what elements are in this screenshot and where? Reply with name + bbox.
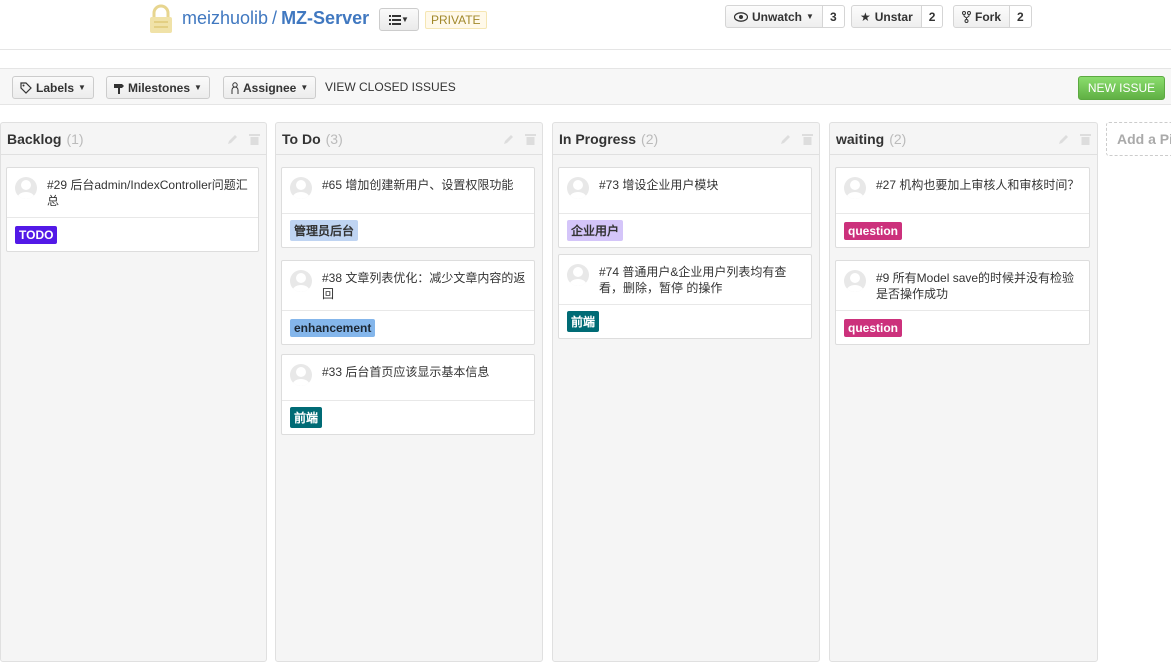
issue-title-link[interactable]: #9 所有Model save的时候并没有检验是否操作成功 bbox=[876, 270, 1081, 302]
fork-count[interactable]: 2 bbox=[1010, 5, 1032, 28]
issue-title-link[interactable]: #73 增设企业用户模块 bbox=[599, 177, 803, 193]
avatar[interactable] bbox=[290, 364, 312, 386]
tag-icon bbox=[20, 81, 32, 94]
milestones-filter-button[interactable]: Milestones ▼ bbox=[106, 76, 210, 99]
fork-button-group: Fork 2 bbox=[953, 5, 1032, 28]
trash-icon[interactable] bbox=[1080, 133, 1091, 145]
issue-label[interactable]: 前端 bbox=[290, 407, 323, 428]
issue-card[interactable]: #27 机构也要加上审核人和审核时间？ question bbox=[835, 167, 1090, 248]
view-closed-issues-link[interactable]: VIEW CLOSED ISSUES bbox=[325, 80, 456, 94]
assignee-label: Assignee bbox=[243, 80, 297, 95]
issue-card[interactable]: #73 增设企业用户模块 企业用户 bbox=[558, 167, 812, 248]
star-icon: ★ bbox=[860, 9, 871, 24]
unstar-label: Unstar bbox=[874, 9, 913, 24]
trash-icon[interactable] bbox=[802, 133, 813, 145]
pipeline-count: (3) bbox=[325, 130, 343, 147]
watch-count[interactable]: 3 bbox=[822, 5, 845, 28]
issue-label[interactable]: 管理员后台 bbox=[290, 220, 359, 241]
board: Backlog (1) #29 后台admin/IndexController问… bbox=[0, 122, 1171, 662]
avatar[interactable] bbox=[567, 177, 589, 199]
repo-owner-link[interactable]: meizhuolib bbox=[182, 8, 268, 28]
unstar-button[interactable]: ★ Unstar bbox=[851, 5, 922, 28]
pipeline-header: Backlog (1) bbox=[1, 123, 266, 155]
issue-card[interactable]: #74 普通用户&企业用户列表均有查看，删除，暂停 的操作 前端 bbox=[558, 254, 812, 339]
avatar[interactable] bbox=[844, 270, 866, 292]
pipeline-todo: To Do (3) #65 增加创建新用户、设置权限功能 管理员后台 #38 文… bbox=[275, 122, 543, 662]
pencil-icon[interactable] bbox=[227, 133, 239, 145]
pipeline-name: In Progress bbox=[559, 130, 637, 147]
chevron-down-icon: ▼ bbox=[194, 83, 202, 92]
pipeline-count: (2) bbox=[889, 130, 907, 147]
milestone-icon bbox=[114, 83, 124, 94]
repo-menu-button[interactable]: ▼ bbox=[379, 8, 419, 31]
star-button-group: ★ Unstar 2 bbox=[851, 5, 944, 28]
unwatch-button[interactable]: Unwatch ▼ bbox=[725, 5, 823, 28]
issue-label[interactable]: 企业用户 bbox=[567, 220, 624, 241]
pencil-icon[interactable] bbox=[503, 133, 515, 145]
labels-filter-button[interactable]: Labels ▼ bbox=[12, 76, 94, 99]
pipeline-header: In Progress (2) bbox=[553, 123, 819, 155]
repo-title: meizhuolib / MZ-Server bbox=[182, 8, 369, 29]
assignee-filter-button[interactable]: Assignee ▼ bbox=[223, 76, 317, 99]
fork-label: Fork bbox=[975, 9, 1002, 24]
trash-icon[interactable] bbox=[249, 133, 260, 145]
pipeline-header: waiting (2) bbox=[830, 123, 1097, 155]
issue-label[interactable]: question bbox=[844, 318, 902, 337]
trash-icon[interactable] bbox=[525, 133, 536, 145]
issue-label[interactable]: enhancement bbox=[290, 318, 376, 337]
issue-label[interactable]: question bbox=[844, 221, 902, 240]
fork-icon bbox=[962, 10, 971, 23]
chevron-down-icon: ▼ bbox=[401, 15, 409, 24]
person-icon bbox=[231, 81, 239, 94]
avatar[interactable] bbox=[290, 177, 312, 199]
issue-card[interactable]: #29 后台admin/IndexController问题汇总 TODO bbox=[6, 167, 259, 252]
chevron-down-icon: ▼ bbox=[806, 12, 814, 21]
labels-label: Labels bbox=[36, 80, 75, 95]
repo-name-link[interactable]: MZ-Server bbox=[281, 8, 369, 28]
lock-icon bbox=[150, 4, 172, 33]
pencil-icon[interactable] bbox=[780, 133, 792, 145]
avatar[interactable] bbox=[15, 177, 37, 199]
pipeline-waiting: waiting (2) #27 机构也要加上审核人和审核时间？ question… bbox=[829, 122, 1098, 662]
fork-button[interactable]: Fork bbox=[953, 5, 1011, 28]
issue-title-link[interactable]: #27 机构也要加上审核人和审核时间？ bbox=[876, 177, 1081, 193]
issue-title-link[interactable]: #33 后台首页应该显示基本信息 bbox=[322, 364, 526, 380]
pipeline-name: Backlog bbox=[7, 130, 62, 147]
pipeline-in-progress: In Progress (2) #73 增设企业用户模块 企业用户 #74 普通… bbox=[552, 122, 820, 662]
issue-card[interactable]: #9 所有Model save的时候并没有检验是否操作成功 question bbox=[835, 260, 1090, 345]
pipeline-backlog: Backlog (1) #29 后台admin/IndexController问… bbox=[0, 122, 267, 662]
chevron-down-icon: ▼ bbox=[300, 83, 309, 92]
issue-label[interactable]: TODO bbox=[15, 225, 58, 244]
avatar[interactable] bbox=[567, 264, 589, 286]
issue-title-link[interactable]: #74 普通用户&企业用户列表均有查看，删除，暂停 的操作 bbox=[599, 264, 803, 296]
issue-title-link[interactable]: #29 后台admin/IndexController问题汇总 bbox=[47, 177, 250, 209]
issue-card[interactable]: #65 增加创建新用户、设置权限功能 管理员后台 bbox=[281, 167, 535, 248]
avatar[interactable] bbox=[844, 177, 866, 199]
pipeline-name: waiting bbox=[836, 130, 885, 147]
issue-card[interactable]: #33 后台首页应该显示基本信息 前端 bbox=[281, 354, 535, 435]
repo-header: meizhuolib / MZ-Server ▼ PRIVATE Unwatch ▼… bbox=[0, 0, 1171, 50]
watch-button-group: Unwatch ▼ 3 bbox=[725, 5, 845, 28]
avatar[interactable] bbox=[290, 270, 312, 292]
pipeline-count: (2) bbox=[641, 130, 659, 147]
pencil-icon[interactable] bbox=[1058, 133, 1070, 145]
issues-toolbar: Labels ▼ Milestones ▼ Assignee ▼ VIEW CL… bbox=[0, 68, 1171, 105]
add-pipeline-input[interactable]: Add a Pipeline bbox=[1106, 122, 1171, 156]
repo-separator: / bbox=[272, 8, 278, 28]
eye-icon bbox=[734, 11, 748, 22]
pipeline-name: To Do bbox=[282, 130, 321, 147]
issue-card[interactable]: #38 文章列表优化：减少文章内容的返回 enhancement bbox=[281, 260, 535, 345]
star-count[interactable]: 2 bbox=[921, 5, 944, 28]
new-issue-button[interactable]: NEW ISSUE bbox=[1078, 76, 1165, 100]
list-icon bbox=[389, 14, 402, 25]
chevron-down-icon: ▼ bbox=[78, 83, 86, 92]
milestones-label: Milestones bbox=[128, 80, 191, 95]
private-badge: PRIVATE bbox=[425, 11, 487, 29]
unwatch-label: Unwatch bbox=[752, 9, 803, 24]
pipeline-count: (1) bbox=[66, 130, 84, 147]
issue-title-link[interactable]: #38 文章列表优化：减少文章内容的返回 bbox=[322, 270, 526, 302]
pipeline-header: To Do (3) bbox=[276, 123, 542, 155]
issue-label[interactable]: 前端 bbox=[567, 311, 600, 332]
issue-title-link[interactable]: #65 增加创建新用户、设置权限功能 bbox=[322, 177, 526, 193]
